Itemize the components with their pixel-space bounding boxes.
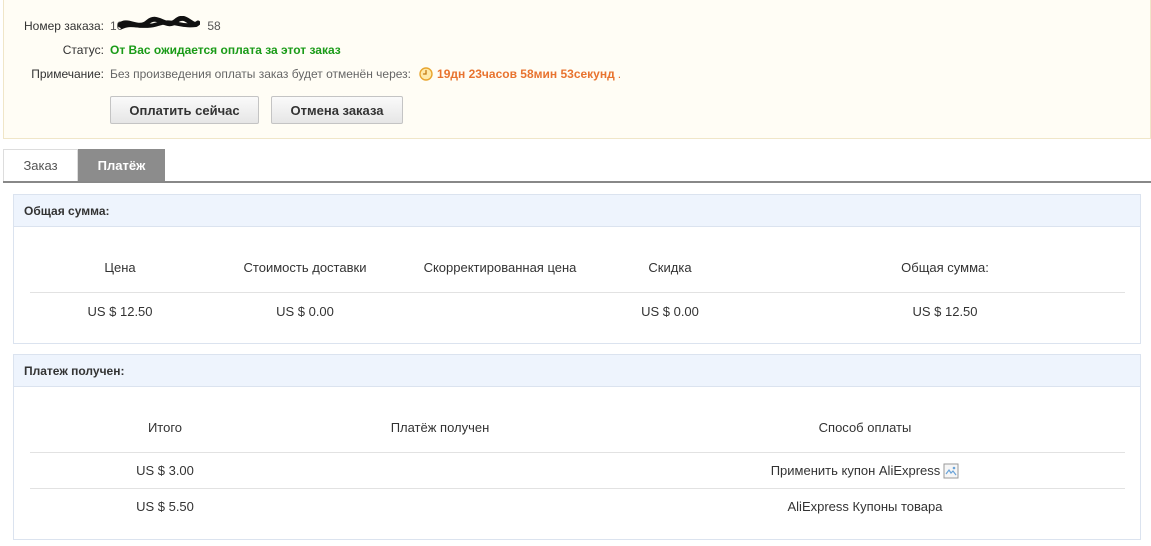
header-payment-method: Способ оплаты xyxy=(818,419,912,435)
payment-method-label: Применить купон AliExpress xyxy=(770,463,941,478)
row-method: AliExpress Купоны товара xyxy=(787,499,943,514)
received-header-row: Итого Платёж получен Способ оплаты xyxy=(30,409,1125,445)
note-text: Без произведения оплаты заказ будет отме… xyxy=(110,67,412,81)
pay-now-button[interactable]: Оплатить сейчас xyxy=(110,96,259,124)
clock-icon xyxy=(419,67,433,81)
received-panel-title: Платеж получен: xyxy=(14,355,1140,387)
order-number-row: Номер заказа: 10 58 xyxy=(4,16,221,34)
header-price: Цена xyxy=(104,259,136,275)
total-amount-panel: Общая сумма: Цена Стоимость доставки Ско… xyxy=(13,194,1141,344)
header-subtotal: Итого xyxy=(147,419,183,435)
tab-order[interactable]: Заказ xyxy=(3,149,78,181)
row-total: US $ 5.50 xyxy=(136,499,194,514)
order-number-label: Номер заказа: xyxy=(23,19,104,33)
value-shipping-cost: US $ 0.00 xyxy=(276,304,334,319)
table-row: US $ 5.50 AliExpress Купоны товара xyxy=(30,488,1125,524)
cancel-order-button[interactable]: Отмена заказа xyxy=(271,96,403,124)
note-label: Примечание: xyxy=(31,67,104,81)
total-panel-title: Общая сумма: xyxy=(14,195,1140,227)
total-header-row: Цена Стоимость доставки Скорректированна… xyxy=(30,249,1125,285)
countdown-timer: 19дн 23часов 58мин 53секунд xyxy=(437,67,615,81)
countdown-period: . xyxy=(617,67,622,81)
row-received xyxy=(305,489,575,524)
redaction-scribble xyxy=(118,16,200,29)
value-adjusted-price xyxy=(400,293,600,330)
order-info-box: Номер заказа: 10 58 Статус: От Вас ожидае… xyxy=(3,0,1151,139)
row-method: Применить купон AliExpress xyxy=(590,453,1140,488)
header-shipping-cost: Стоимость доставки xyxy=(243,259,367,275)
header-adjusted-price: Скорректированная цена xyxy=(423,259,577,275)
payment-received-panel: Платеж получен: Итого Платёж получен Спо… xyxy=(13,354,1141,540)
value-price: US $ 12.50 xyxy=(87,304,153,319)
header-payment-received: Платёж получен xyxy=(390,419,490,435)
header-discount: Скидка xyxy=(648,259,692,275)
total-values-row: US $ 12.50 US $ 0.00 US $ 0.00 US $ 12.5… xyxy=(30,292,1125,330)
header-total: Общая сумма: xyxy=(901,259,989,275)
order-number-value: 10 58 xyxy=(110,16,221,33)
tab-payment[interactable]: Платёж xyxy=(78,149,165,181)
order-tabs: Заказ Платёж xyxy=(3,149,1151,183)
order-number-suffix: 58 xyxy=(207,19,221,33)
value-total: US $ 12.50 xyxy=(912,304,978,319)
row-received xyxy=(305,453,575,488)
row-total: US $ 3.00 xyxy=(136,463,194,478)
table-row: US $ 3.00 Применить купон AliExpress xyxy=(30,452,1125,488)
value-discount: US $ 0.00 xyxy=(641,304,699,319)
status-label: Статус: xyxy=(62,43,104,57)
order-note-row: Примечание: Без произведения оплаты зака… xyxy=(4,66,621,82)
status-text: От Вас ожидается оплата за этот заказ xyxy=(110,43,341,57)
broken-image-icon xyxy=(943,463,959,478)
order-status-row: Статус: От Вас ожидается оплата за этот … xyxy=(4,42,341,58)
